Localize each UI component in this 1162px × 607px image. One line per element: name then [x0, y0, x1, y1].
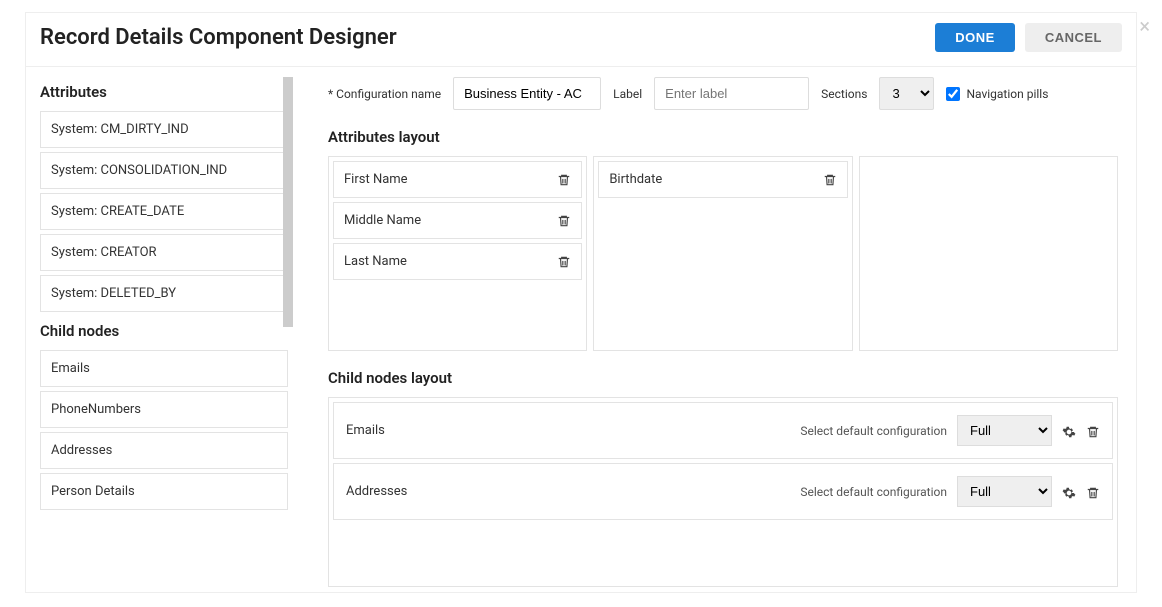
child-row-name: Addresses [346, 484, 790, 499]
attributes-column-1[interactable]: First Name Middle Name Last Name [328, 156, 587, 351]
child-nodes-layout[interactable]: Emails Select default configuration Full… [328, 397, 1118, 587]
child-layout-row[interactable]: Addresses Select default configuration F… [333, 463, 1113, 520]
trash-icon[interactable] [823, 172, 837, 187]
cancel-button[interactable]: CANCEL [1025, 23, 1122, 52]
attribute-item[interactable]: System: CONSOLIDATION_IND [40, 152, 288, 189]
gear-icon[interactable] [1062, 422, 1076, 440]
dialog-body: Attributes System: CM_DIRTY_IND System: … [26, 67, 1136, 592]
config-name-input[interactable] [453, 77, 601, 110]
attribute-slot[interactable]: Birthdate [598, 161, 847, 198]
attribute-item[interactable]: System: CM_DIRTY_IND [40, 111, 288, 148]
config-name-label: Configuration name [328, 87, 441, 101]
child-node-item[interactable]: Addresses [40, 432, 288, 469]
child-nodes-heading: Child nodes [40, 322, 288, 340]
trash-icon[interactable] [557, 213, 571, 228]
child-nodes-list: Emails PhoneNumbers Addresses Person Det… [40, 350, 288, 510]
attribute-item[interactable]: System: CREATOR [40, 234, 288, 271]
right-panel: Configuration name Label Sections 3 Navi… [296, 67, 1136, 592]
child-row-select-label: Select default configuration [800, 485, 947, 499]
dialog-header: Record Details Component Designer DONE C… [26, 13, 1136, 67]
gear-icon[interactable] [1062, 483, 1076, 501]
child-row-name: Emails [346, 423, 790, 438]
attribute-slot[interactable]: Last Name [333, 243, 582, 280]
scrollbar[interactable] [283, 77, 293, 327]
attribute-slot-label: Birthdate [609, 172, 662, 187]
child-node-item[interactable]: Person Details [40, 473, 288, 510]
child-row-config-select[interactable]: Full [957, 476, 1052, 507]
attributes-list: System: CM_DIRTY_IND System: CONSOLIDATI… [40, 111, 288, 312]
nav-pills-checkbox[interactable] [946, 87, 960, 101]
attribute-item[interactable]: System: CREATE_DATE [40, 193, 288, 230]
attributes-column-3[interactable] [859, 156, 1118, 351]
left-panel: Attributes System: CM_DIRTY_IND System: … [26, 67, 296, 592]
child-row-config-select[interactable]: Full [957, 415, 1052, 446]
child-layout-row[interactable]: Emails Select default configuration Full [333, 402, 1113, 459]
done-button[interactable]: DONE [935, 23, 1015, 52]
label-label: Label [613, 87, 642, 101]
attributes-layout: First Name Middle Name Last Name [328, 156, 1118, 351]
child-row-select-label: Select default configuration [800, 424, 947, 438]
attribute-slot-label: Last Name [344, 254, 407, 269]
child-node-item[interactable]: PhoneNumbers [40, 391, 288, 428]
nav-pills-label: Navigation pills [966, 87, 1048, 101]
close-icon[interactable]: × [1139, 14, 1150, 38]
trash-icon[interactable] [557, 254, 571, 269]
attributes-layout-heading: Attributes layout [328, 128, 1118, 146]
child-node-item[interactable]: Emails [40, 350, 288, 387]
label-input[interactable] [654, 77, 809, 110]
attribute-slot-label: First Name [344, 172, 408, 187]
page-title: Record Details Component Designer [40, 25, 397, 50]
trash-icon[interactable] [557, 172, 571, 187]
sections-select[interactable]: 3 [879, 77, 934, 110]
attribute-slot[interactable]: First Name [333, 161, 582, 198]
trash-icon[interactable] [1086, 422, 1100, 440]
header-buttons: DONE CANCEL [935, 23, 1122, 52]
attribute-item[interactable]: System: DELETED_BY [40, 275, 288, 312]
sections-label: Sections [821, 87, 867, 101]
attribute-slot-label: Middle Name [344, 213, 421, 228]
attributes-heading: Attributes [40, 83, 288, 101]
child-layout-heading: Child nodes layout [328, 369, 1118, 387]
scrollbar-thumb[interactable] [283, 77, 293, 327]
trash-icon[interactable] [1086, 483, 1100, 501]
attribute-slot[interactable]: Middle Name [333, 202, 582, 239]
config-row: Configuration name Label Sections 3 Navi… [328, 77, 1118, 110]
attributes-column-2[interactable]: Birthdate [593, 156, 852, 351]
dialog: Record Details Component Designer DONE C… [25, 12, 1137, 593]
